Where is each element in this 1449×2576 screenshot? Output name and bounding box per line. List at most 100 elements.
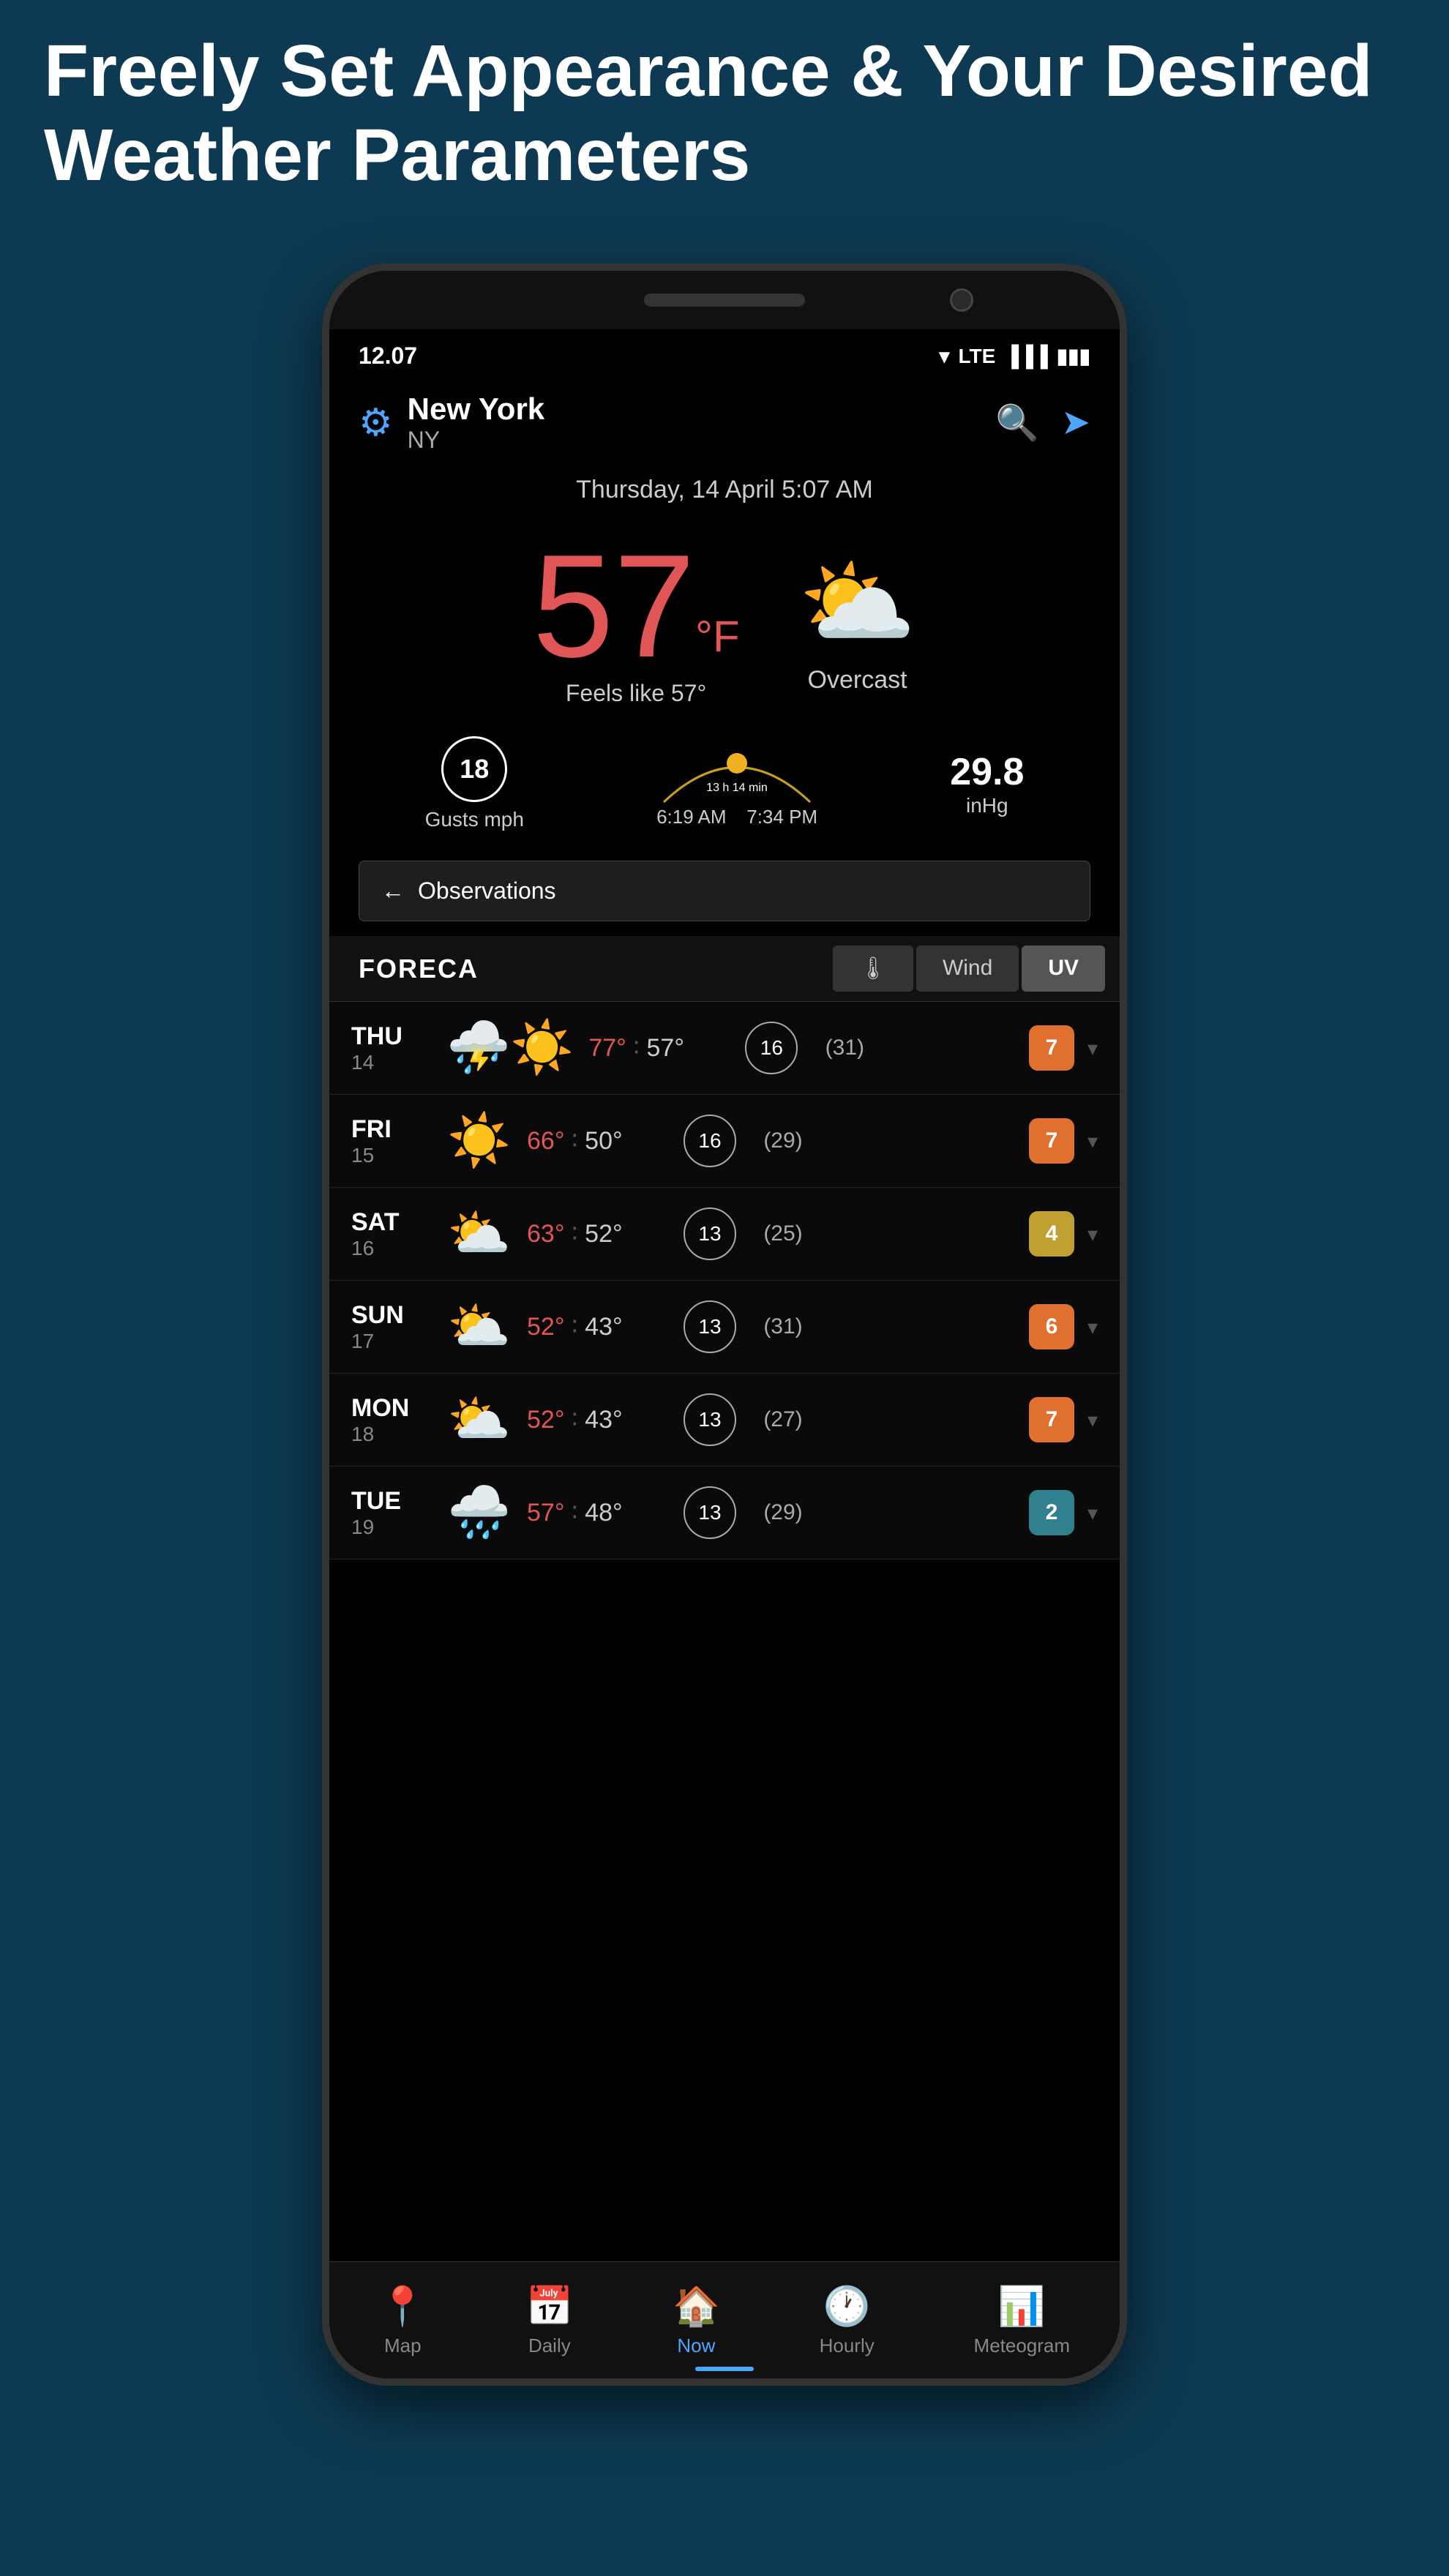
location-icon[interactable]: ➤ bbox=[1061, 402, 1090, 443]
forecast-wind-4: 13 bbox=[673, 1393, 746, 1446]
day-name-3: SUN bbox=[351, 1301, 432, 1330]
wind-circle-3: 13 bbox=[684, 1300, 736, 1353]
city-label: New York bbox=[408, 392, 545, 427]
location-text: New York NY bbox=[408, 392, 545, 454]
sun-arc: 13 h 14 min 6:19 AM 7:34 PM bbox=[656, 740, 817, 828]
uv-badge-5: 2 bbox=[1029, 1490, 1074, 1535]
now-icon: 🏠 bbox=[673, 2284, 720, 2329]
nav-meteogram[interactable]: 📊 Meteogram bbox=[974, 2284, 1071, 2357]
forecast-gust-2: (25) bbox=[746, 1221, 820, 1246]
search-icon[interactable]: 🔍 bbox=[995, 402, 1039, 443]
temperature-unit: °F bbox=[695, 613, 740, 662]
volume-up-button[interactable] bbox=[322, 490, 326, 549]
tab-temperature[interactable]: 🌡 bbox=[833, 946, 913, 992]
expand-icon-5[interactable]: ▾ bbox=[1087, 1501, 1098, 1525]
signal-icon: ▐▐▐ bbox=[1004, 345, 1048, 368]
expand-icon-0[interactable]: ▾ bbox=[1087, 1036, 1098, 1060]
status-bar: 12.07 ▾ LTE ▐▐▐ ▮▮▮ bbox=[329, 329, 1120, 377]
speaker bbox=[644, 293, 805, 307]
weather-description: Overcast bbox=[808, 666, 907, 694]
day-num-4: 18 bbox=[351, 1423, 432, 1446]
temp-low-3: 43° bbox=[585, 1313, 622, 1341]
forecast-temps-3: 52° ∶ 43° bbox=[527, 1312, 673, 1341]
day-name-2: SAT bbox=[351, 1208, 432, 1237]
forecast-temps-4: 52° ∶ 43° bbox=[527, 1405, 673, 1434]
nav-daily[interactable]: 📅 Daily bbox=[525, 2284, 573, 2357]
pressure-stat: 29.8 inHg bbox=[950, 750, 1024, 817]
row-right-1: 7 ▾ bbox=[1029, 1118, 1098, 1164]
nav-now[interactable]: 🏠 Now bbox=[673, 2284, 720, 2357]
expand-icon-2[interactable]: ▾ bbox=[1087, 1222, 1098, 1246]
wind-circle-4: 13 bbox=[684, 1393, 736, 1446]
temperature-value: 57 bbox=[533, 525, 695, 688]
page-header: Freely Set Appearance & Your Desired Wea… bbox=[44, 29, 1405, 198]
temp-high-2: 63° bbox=[527, 1220, 564, 1248]
svg-text:13 h 14 min: 13 h 14 min bbox=[706, 782, 768, 794]
sun-arc-svg: 13 h 14 min bbox=[656, 740, 817, 806]
sunrise-time: 6:19 AM bbox=[656, 806, 726, 828]
location-header: ⚙ New York NY 🔍 ➤ bbox=[329, 377, 1120, 468]
observations-button[interactable]: ← Observations bbox=[359, 861, 1090, 921]
tab-wind[interactable]: Wind bbox=[916, 946, 1019, 992]
forecast-row-0[interactable]: THU 14 ⛈️☀️ 77° ∶ 57° 16 (31) 7 ▾ bbox=[329, 1002, 1120, 1095]
forecast-day-2: SAT 16 bbox=[351, 1208, 432, 1260]
gusts-stat: 18 Gusts mph bbox=[425, 736, 524, 831]
forecast-icon-3: ⛅ bbox=[446, 1297, 512, 1357]
day-num-5: 19 bbox=[351, 1516, 432, 1539]
nav-now-label: Now bbox=[677, 2334, 715, 2357]
nav-hourly[interactable]: 🕐 Hourly bbox=[820, 2284, 875, 2357]
expand-icon-4[interactable]: ▾ bbox=[1087, 1408, 1098, 1432]
gusts-label: Gusts mph bbox=[425, 808, 524, 831]
day-num-3: 17 bbox=[351, 1330, 432, 1353]
stats-row: 18 Gusts mph 13 h 14 min 6:19 AM 7:34 PM… bbox=[329, 722, 1120, 853]
forecast-day-4: MON 18 bbox=[351, 1394, 432, 1446]
temp-high-3: 52° bbox=[527, 1313, 564, 1341]
forecast-day-1: FRI 15 bbox=[351, 1115, 432, 1167]
forecast-row-5[interactable]: TUE 19 🌧️ 57° ∶ 48° 13 (29) 2 ▾ bbox=[329, 1467, 1120, 1560]
location-actions: 🔍 ➤ bbox=[995, 402, 1090, 443]
wind-circle-2: 13 bbox=[684, 1208, 736, 1260]
temp-high-0: 77° bbox=[588, 1034, 626, 1062]
power-button[interactable] bbox=[1123, 564, 1127, 659]
forecast-gust-5: (29) bbox=[746, 1500, 820, 1525]
nav-daily-label: Daily bbox=[528, 2334, 571, 2357]
row-right-2: 4 ▾ bbox=[1029, 1211, 1098, 1257]
weather-condition-icon: ⛅ bbox=[798, 547, 917, 659]
nav-map-label: Map bbox=[384, 2334, 422, 2357]
back-arrow-icon: ← bbox=[381, 877, 405, 905]
meteogram-icon: 📊 bbox=[998, 2284, 1046, 2329]
left-buttons bbox=[322, 490, 326, 622]
forecast-gust-3: (31) bbox=[746, 1314, 820, 1339]
forecast-row-1[interactable]: FRI 15 ☀️ 66° ∶ 50° 16 (29) 7 ▾ bbox=[329, 1095, 1120, 1188]
nav-map[interactable]: 📍 Map bbox=[379, 2284, 427, 2357]
nav-active-indicator bbox=[695, 2367, 754, 2371]
forecast-icon-0: ⛈️☀️ bbox=[446, 1018, 574, 1078]
gusts-circle: 18 bbox=[441, 736, 507, 802]
forecast-row-3[interactable]: SUN 17 ⛅ 52° ∶ 43° 13 (31) 6 ▾ bbox=[329, 1281, 1120, 1374]
day-name-4: MON bbox=[351, 1394, 432, 1423]
forecast-day-5: TUE 19 bbox=[351, 1487, 432, 1539]
temp-low-4: 43° bbox=[585, 1406, 622, 1434]
forecast-temps-0: 77° ∶ 57° bbox=[588, 1033, 735, 1063]
temp-high-1: 66° bbox=[527, 1127, 564, 1155]
settings-icon[interactable]: ⚙ bbox=[359, 401, 393, 445]
expand-icon-3[interactable]: ▾ bbox=[1087, 1315, 1098, 1339]
forecast-row-4[interactable]: MON 18 ⛅ 52° ∶ 43° 13 (27) 7 ▾ bbox=[329, 1374, 1120, 1467]
uv-badge-0: 7 bbox=[1029, 1025, 1074, 1071]
forecast-row-2[interactable]: SAT 16 ⛅ 63° ∶ 52° 13 (25) 4 ▾ bbox=[329, 1188, 1120, 1281]
camera bbox=[950, 288, 973, 312]
forecast-tabs: 🌡 Wind UV bbox=[833, 946, 1105, 992]
temp-high-4: 52° bbox=[527, 1406, 564, 1434]
forecast-wind-5: 13 bbox=[673, 1486, 746, 1539]
status-icons: ▾ LTE ▐▐▐ ▮▮▮ bbox=[939, 344, 1090, 368]
wind-circle-5: 13 bbox=[684, 1486, 736, 1539]
day-num-1: 15 bbox=[351, 1144, 432, 1167]
forecast-wind-2: 13 bbox=[673, 1208, 746, 1260]
forecast-header: FORECA 🌡 Wind UV bbox=[329, 936, 1120, 1002]
tab-uv[interactable]: UV bbox=[1022, 946, 1105, 992]
expand-icon-1[interactable]: ▾ bbox=[1087, 1129, 1098, 1153]
forecast-temps-5: 57° ∶ 48° bbox=[527, 1498, 673, 1527]
forecast-icon-1: ☀️ bbox=[446, 1111, 512, 1171]
volume-down-button[interactable] bbox=[322, 564, 326, 622]
sun-times: 6:19 AM 7:34 PM bbox=[656, 806, 817, 828]
